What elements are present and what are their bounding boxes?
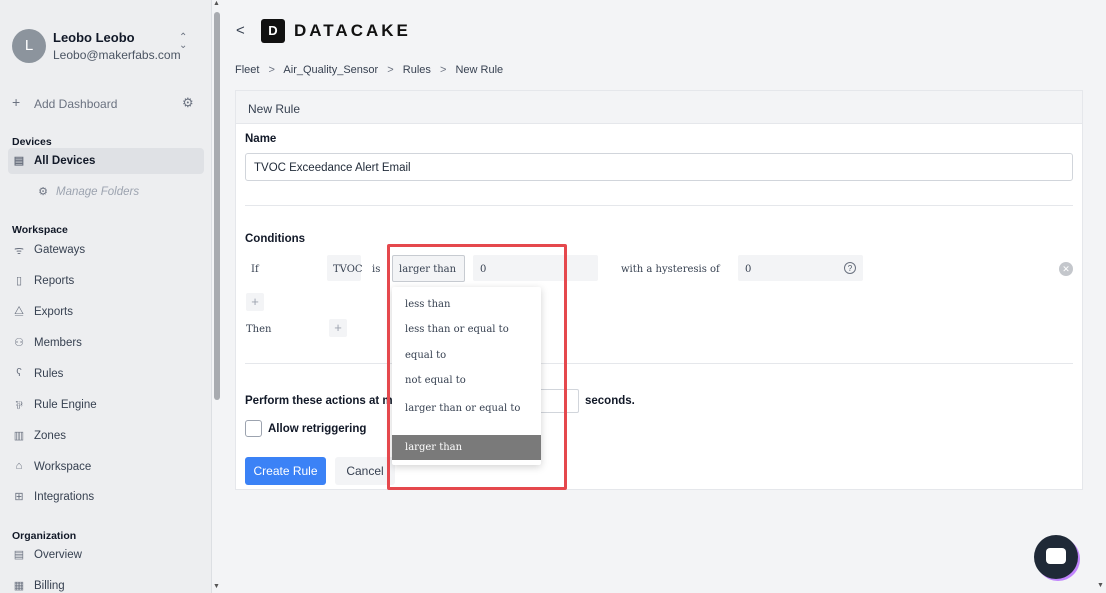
gear-icon[interactable]: ⚙ — [182, 95, 194, 111]
main-scrollbar[interactable]: ▼ — [1096, 0, 1106, 593]
sidebar-item-label: Workspace — [34, 461, 92, 473]
then-label: Then — [246, 324, 272, 335]
sidebar-item-reports[interactable]: ▯ Reports — [8, 268, 204, 294]
logo-mark: D — [261, 19, 285, 43]
rule-engine-icon: ⅌ — [15, 400, 23, 412]
sidebar-item-members[interactable]: ⚇ Members — [8, 330, 204, 356]
chat-icon — [1046, 548, 1066, 564]
sidebar-item-label: Members — [34, 337, 82, 349]
field-select[interactable]: TVOC — [327, 255, 363, 281]
scroll-up-icon[interactable]: ▲ — [213, 0, 220, 7]
sidebar-item-zones[interactable]: ▥ Zones — [8, 423, 204, 449]
plus-icon: + — [12, 94, 21, 110]
add-dashboard[interactable]: + Add Dashboard ⚙ — [12, 94, 197, 113]
allow-retrigger-checkbox[interactable] — [245, 420, 262, 437]
sidebar-item-workspace[interactable]: ⌂ Workspace — [8, 454, 204, 480]
breadcrumb-fleet[interactable]: Fleet — [235, 64, 259, 76]
breadcrumb-separator: > — [268, 64, 275, 76]
allow-retrigger-label[interactable]: Allow retriggering — [268, 423, 366, 435]
sidebar: L Leobo Leobo Leobo@makerfabs.com ⌃ ⌄ + A… — [0, 0, 212, 593]
section-organization: Organization — [12, 530, 77, 542]
breadcrumb-rules[interactable]: Rules — [403, 64, 431, 76]
rules-icon: ʕ — [16, 367, 22, 379]
card-title: New Rule — [248, 102, 301, 116]
map-icon: ▥ — [13, 430, 25, 442]
scrollbar-thumb[interactable] — [214, 12, 220, 400]
breadcrumb-device[interactable]: Air_Quality_Sensor — [283, 64, 378, 76]
devices-icon: ▤ — [13, 155, 25, 167]
gateway-icon: ᯤ — [13, 245, 25, 257]
sidebar-item-gateways[interactable]: ᯤ Gateways — [8, 237, 204, 263]
members-icon: ⚇ — [14, 337, 24, 349]
home-icon: ⌂ — [15, 460, 23, 472]
sidebar-item-label: Manage Folders — [56, 186, 140, 198]
sidebar-item-rule-engine[interactable]: ⅌ Rule Engine — [8, 392, 204, 418]
is-label: is — [372, 264, 381, 275]
hysteresis-label: with a hysteresis of — [621, 264, 720, 275]
avatar: L — [12, 29, 46, 63]
logo-text: DATACAKE — [294, 21, 411, 40]
section-workspace: Workspace — [12, 224, 68, 236]
divider — [245, 205, 1073, 206]
add-action-button[interactable]: + — [329, 319, 347, 337]
breadcrumb-separator: > — [439, 64, 447, 76]
sidebar-item-label: Reports — [34, 275, 75, 287]
perform-label: Perform these actions at mo — [245, 395, 400, 407]
name-field[interactable]: TVOC Exceedance Alert Email — [245, 153, 1073, 181]
sidebar-item-manage-folders[interactable]: ⚙ Manage Folders — [8, 179, 204, 205]
sidebar-item-label: Integrations — [34, 491, 95, 503]
sidebar-item-exports[interactable]: ⧋ Exports — [8, 299, 204, 325]
add-condition-button[interactable]: + — [246, 293, 264, 311]
sidebar-item-label: Zones — [34, 430, 66, 442]
section-devices: Devices — [12, 136, 52, 148]
plus-square-icon: ⊞ — [14, 491, 24, 503]
report-icon: ▯ — [15, 275, 23, 287]
breadcrumb-current: New Rule — [455, 64, 504, 76]
user-email: Leobo@makerfabs.com — [53, 48, 181, 62]
add-dashboard-label: Add Dashboard — [34, 97, 118, 111]
sidebar-item-label: All Devices — [34, 155, 96, 167]
overview-icon: ▤ — [13, 549, 25, 561]
back-button[interactable]: < — [236, 22, 245, 39]
sidebar-scrollbar[interactable]: ▲ ▼ — [213, 0, 221, 593]
sidebar-item-all-devices[interactable]: ▤ All Devices — [8, 148, 204, 174]
sidebar-item-overview[interactable]: ▤ Overview — [8, 542, 204, 568]
create-rule-button[interactable]: Create Rule — [245, 457, 326, 485]
help-icon[interactable]: ? — [844, 262, 856, 274]
if-label: If — [251, 264, 259, 275]
sidebar-item-integrations[interactable]: ⊞ Integrations — [8, 484, 204, 510]
sidebar-item-label: Billing — [34, 580, 65, 592]
sidebar-item-label: Overview — [34, 549, 82, 561]
sidebar-item-label: Rules — [34, 368, 64, 380]
scroll-down-icon[interactable]: ▼ — [1097, 582, 1104, 589]
new-rule-card: New Rule Name TVOC Exceedance Alert Emai… — [235, 90, 1083, 490]
billing-icon: ▦ — [13, 580, 25, 592]
scroll-down-icon[interactable]: ▼ — [213, 583, 220, 590]
divider — [245, 363, 1073, 364]
breadcrumb-separator: > — [387, 64, 394, 76]
field-value: TVOC — [333, 264, 363, 275]
hysteresis-value: 0 — [745, 264, 752, 275]
gear-icon: ⚙ — [38, 186, 48, 198]
name-label: Name — [245, 133, 277, 145]
seconds-label: seconds. — [585, 395, 635, 407]
conditions-label: Conditions — [245, 233, 306, 245]
chat-button[interactable] — [1034, 535, 1078, 579]
sidebar-item-rules[interactable]: ʕ Rules — [8, 361, 204, 387]
sidebar-item-label: Exports — [34, 306, 73, 318]
chevron-updown-icon[interactable]: ⌃ ⌄ — [179, 33, 187, 51]
user-switcher[interactable]: L Leobo Leobo Leobo@makerfabs.com ⌃ ⌄ — [12, 26, 202, 63]
sidebar-item-label: Rule Engine — [34, 399, 97, 411]
remove-condition-icon[interactable]: ✕ — [1059, 262, 1073, 276]
highlight-box — [387, 244, 567, 490]
sidebar-item-billing[interactable]: ▦ Billing — [8, 573, 204, 593]
card-header: New Rule — [236, 91, 1082, 124]
cancel-button[interactable]: Cancel — [335, 457, 395, 485]
user-name: Leobo Leobo — [53, 30, 135, 45]
sidebar-item-label: Gateways — [34, 244, 86, 256]
export-icon: ⧋ — [14, 305, 24, 317]
breadcrumb: Fleet > Air_Quality_Sensor > Rules > New… — [235, 64, 509, 76]
